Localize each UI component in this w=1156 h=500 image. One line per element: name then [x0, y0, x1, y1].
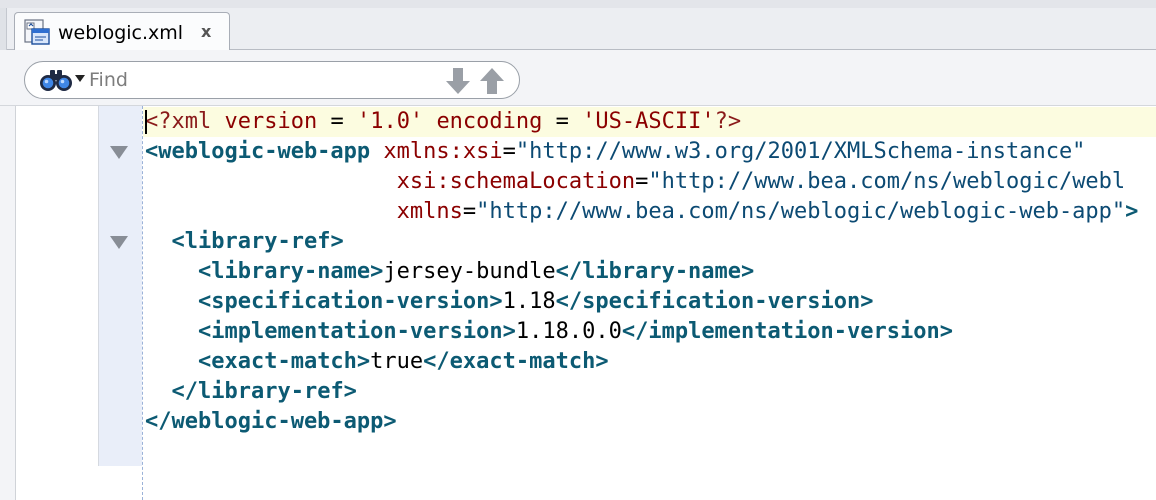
code-token: <?xml	[145, 109, 225, 134]
code-token: <implementation-version>	[197, 319, 516, 344]
code-line[interactable]: </library-ref>	[145, 377, 1138, 407]
text-cursor	[145, 110, 147, 134]
tab-label: weblogic.xml	[58, 22, 184, 44]
code-token: version	[224, 109, 318, 134]
code-token: <specification-version>	[197, 289, 503, 314]
code-line[interactable]: </weblogic-web-app>	[145, 407, 1138, 437]
editor-tab-strip: weblogic.xml x	[0, 0, 1156, 51]
arrow-down-icon[interactable]	[445, 67, 471, 95]
code-token: <library-name>	[197, 259, 384, 284]
code-token: <library-ref>	[171, 229, 344, 254]
code-token: "http://www.bea.com/ns/weblogic/weblogic…	[476, 199, 1126, 224]
code-token: =	[502, 139, 516, 164]
code-token: <weblogic-web-app	[145, 139, 371, 164]
code-line[interactable]: <implementation-version>1.18.0.0</implem…	[145, 317, 1138, 347]
code-token: xsi:schemaLocation	[396, 169, 636, 194]
code-token: </exact-match>	[423, 349, 609, 374]
code-token: =	[542, 109, 583, 134]
code-line[interactable]: xsi:schemaLocation="http://www.bea.com/n…	[145, 167, 1138, 197]
tab-strip-left-edge	[0, 8, 7, 50]
dropdown-caret-icon[interactable]	[75, 75, 85, 82]
code-token: xmlns	[396, 199, 463, 224]
gutter-divider	[142, 106, 143, 500]
tab-strip-top-band	[0, 0, 1156, 8]
code-token: 1.18	[502, 289, 556, 314]
code-line[interactable]: <?xml version = '1.0' encoding = 'US-ASC…	[145, 107, 1138, 137]
code-token: </weblogic-web-app>	[145, 409, 397, 434]
code-token: '1.0'	[356, 109, 424, 134]
code-token: =	[317, 109, 357, 134]
code-token: true	[370, 349, 424, 374]
binoculars-icon[interactable]	[39, 68, 73, 92]
code-token: =	[462, 199, 477, 224]
code-token: 'US-ASCII'	[582, 109, 715, 134]
editor-left-edge	[0, 106, 16, 500]
code-token: "http://www.bea.com/ns/weblogic/webl	[648, 169, 1126, 194]
find-toolbar	[0, 50, 1156, 106]
xml-editor[interactable]: <?xml version = '1.0' encoding = 'US-ASC…	[0, 106, 1156, 500]
code-token: ?>	[714, 109, 742, 134]
code-line[interactable]: <exact-match>true</exact-match>	[145, 347, 1138, 377]
code-token: =	[635, 169, 649, 194]
code-line[interactable]: <library-ref>	[145, 227, 1138, 257]
code-line[interactable]: <specification-version>1.18</specificati…	[145, 287, 1138, 317]
code-token: encoding	[436, 109, 543, 134]
code-token: </implementation-version>	[621, 319, 953, 344]
find-box	[24, 61, 520, 99]
code-token: </library-name>	[555, 259, 755, 284]
fold-triangle-icon[interactable]	[110, 146, 128, 159]
arrow-up-icon[interactable]	[479, 67, 505, 95]
code-token: >	[1125, 199, 1139, 224]
fold-gutter	[98, 106, 142, 466]
code-area[interactable]: <?xml version = '1.0' encoding = 'US-ASC…	[145, 107, 1138, 437]
code-line[interactable]: <library-name>jersey-bundle</library-nam…	[145, 257, 1138, 287]
code-token: xmlns:xsi	[383, 139, 503, 164]
code-token: 1.18.0.0	[515, 319, 622, 344]
code-line[interactable]: <weblogic-web-app xmlns:xsi="http://www.…	[145, 137, 1138, 167]
close-icon[interactable]: x	[201, 22, 211, 41]
code-token: jersey-bundle	[383, 259, 556, 284]
tab-weblogic-xml[interactable]: weblogic.xml x	[14, 12, 230, 51]
code-token: </specification-version>	[555, 289, 874, 314]
find-input[interactable]	[89, 68, 429, 92]
code-token: <exact-match>	[197, 349, 371, 374]
xml-file-icon	[24, 19, 50, 45]
code-token: "http://www.w3.org/2001/XMLSchema-instan…	[515, 139, 1086, 164]
code-token: </library-ref>	[171, 379, 357, 404]
fold-triangle-icon[interactable]	[110, 236, 128, 249]
code-line[interactable]: xmlns="http://www.bea.com/ns/weblogic/we…	[145, 197, 1139, 227]
